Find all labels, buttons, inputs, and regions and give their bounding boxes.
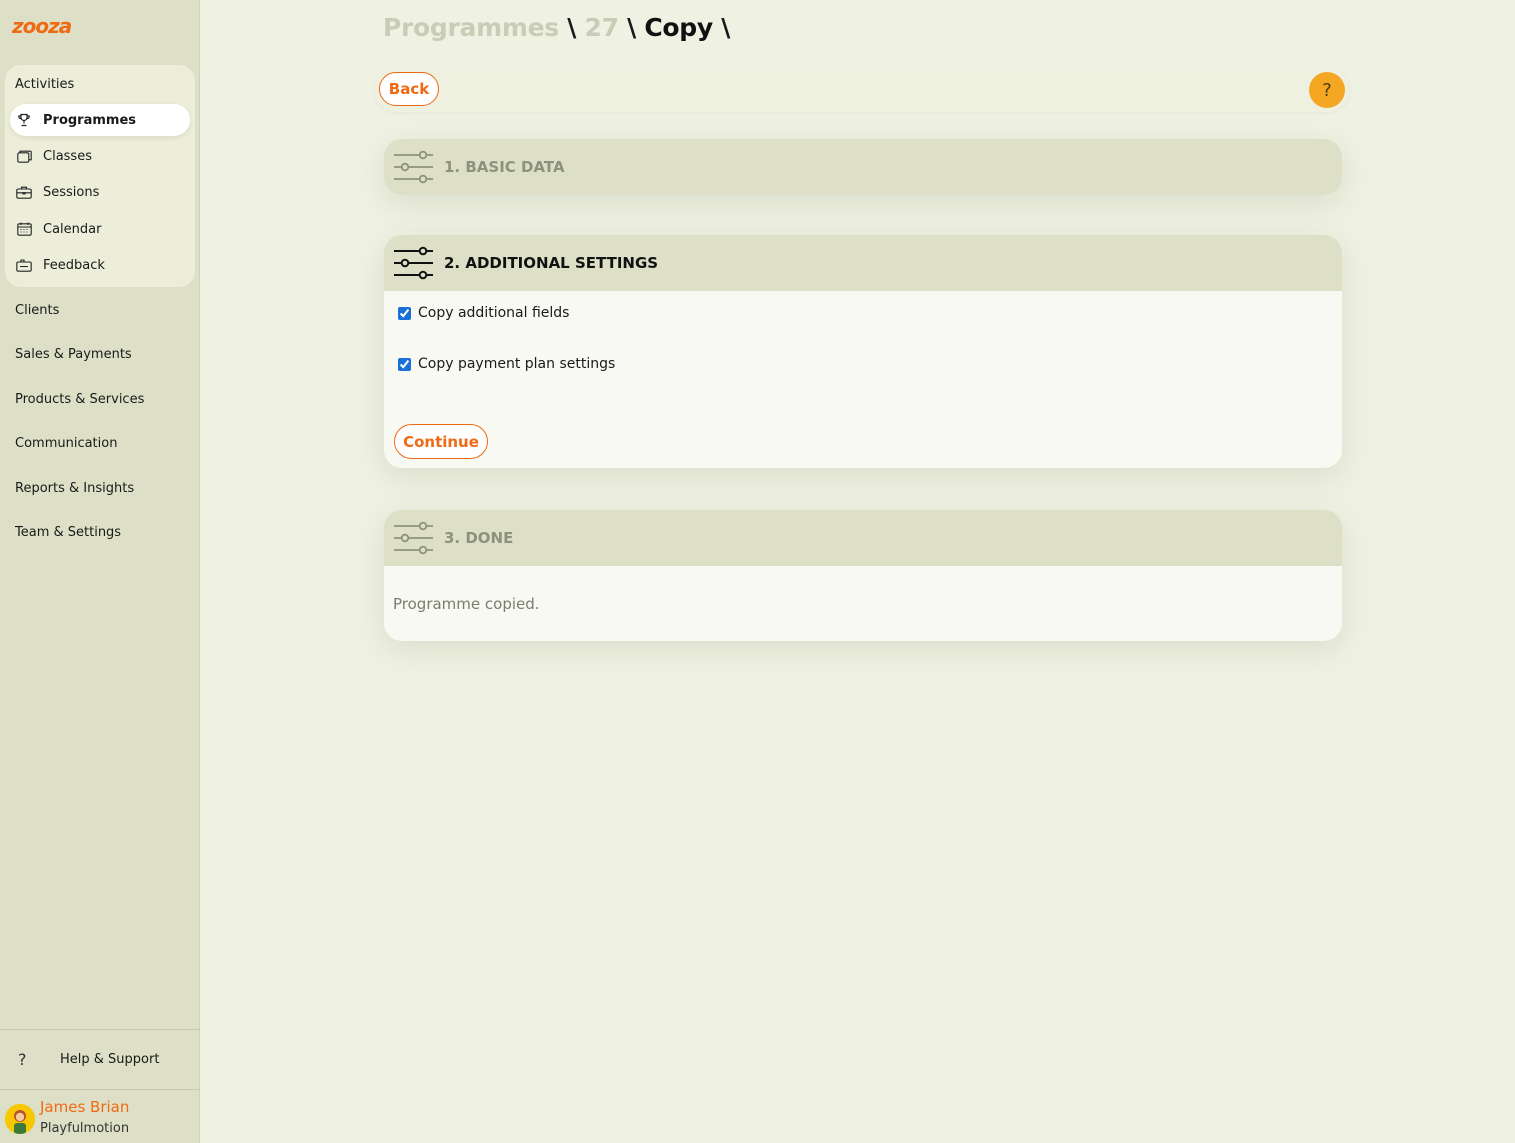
step-title: 2. ADDITIONAL SETTINGS <box>444 254 659 272</box>
sidebar-item-communication[interactable]: Communication <box>15 436 117 451</box>
calendar-icon <box>15 220 33 238</box>
toolbar: Back ? <box>374 66 1350 112</box>
sidebar-item-programmes[interactable]: Programmes <box>10 104 190 136</box>
sidebar-divider <box>0 1089 200 1090</box>
step-title: 1. BASIC DATA <box>444 158 565 176</box>
sidebar-item-label: Programmes <box>43 112 137 128</box>
briefcase-icon <box>15 183 33 201</box>
sidebar-item-reports-insights[interactable]: Reports & Insights <box>15 481 134 496</box>
sidebar-item-label: Calendar <box>43 221 102 237</box>
sidebar-item-classes[interactable]: Classes <box>10 140 190 172</box>
breadcrumb: Programmes \ 27 \ Copy \ <box>383 13 730 42</box>
sidebar-item-sessions[interactable]: Sessions <box>10 176 190 208</box>
sidebar-item-label: Sessions <box>43 184 100 200</box>
step-header[interactable]: 3. DONE <box>384 510 1342 566</box>
sidebar-item-clients[interactable]: Clients <box>15 303 59 318</box>
step-basic-data: 1. BASIC DATA <box>384 139 1342 195</box>
copy-additional-fields-label: Copy additional fields <box>418 305 570 321</box>
breadcrumb-separator: \ <box>712 13 731 42</box>
step-additional-settings: 2. ADDITIONAL SETTINGS Copy additional f… <box>384 235 1342 468</box>
breadcrumb-separator: \ <box>558 13 585 42</box>
breadcrumb-current: Copy <box>644 13 713 42</box>
user-organization: Playfulmotion <box>40 1121 130 1136</box>
step-done: 3. DONE Programme copied. <box>384 510 1342 641</box>
sidebar-item-calendar[interactable]: Calendar <box>10 213 190 245</box>
zooza-logo[interactable]: zooza <box>12 11 72 39</box>
continue-button[interactable]: Continue <box>394 424 488 459</box>
trophy-icon <box>15 111 33 129</box>
activities-group: Activities Programmes Classes Sessions C… <box>5 65 195 287</box>
sidebar-item-feedback[interactable]: Feedback <box>10 249 190 281</box>
question-icon: ? <box>18 1050 27 1069</box>
breadcrumb-programme-id[interactable]: 27 <box>585 13 620 42</box>
user-name: James Brian <box>40 1098 130 1116</box>
copy-payment-plan-checkbox[interactable] <box>398 357 411 371</box>
sliders-icon <box>394 521 433 555</box>
back-button[interactable]: Back <box>379 72 439 106</box>
folder-icon <box>15 147 33 165</box>
step-body: Programme copied. <box>384 566 1342 641</box>
breadcrumb-programmes[interactable]: Programmes <box>383 13 559 42</box>
help-support-link[interactable]: ? Help & Support <box>18 1050 159 1069</box>
user-profile[interactable]: James Brian Playfulmotion <box>5 1097 129 1136</box>
sidebar-item-label: Feedback <box>43 257 105 273</box>
sidebar-item-sales-payments[interactable]: Sales & Payments <box>15 347 132 362</box>
avatar[interactable] <box>5 1104 35 1134</box>
sliders-icon <box>394 246 433 280</box>
activities-title[interactable]: Activities <box>15 77 74 92</box>
help-support-label: Help & Support <box>60 1052 160 1067</box>
sidebar-divider <box>0 1029 200 1030</box>
sidebar-item-team-settings[interactable]: Team & Settings <box>15 525 121 540</box>
copy-additional-fields-option[interactable]: Copy additional fields <box>398 305 569 321</box>
svg-text:zooza: zooza <box>12 14 72 38</box>
copy-payment-plan-label: Copy payment plan settings <box>418 356 616 372</box>
done-message: Programme copied. <box>393 595 540 613</box>
breadcrumb-separator: \ <box>618 13 645 42</box>
sidebar-item-products-services[interactable]: Products & Services <box>15 392 144 407</box>
help-button[interactable]: ? <box>1309 72 1345 108</box>
sidebar-item-label: Classes <box>43 148 92 164</box>
sliders-icon <box>394 150 433 184</box>
copy-additional-fields-checkbox[interactable] <box>398 306 411 320</box>
copy-payment-plan-option[interactable]: Copy payment plan settings <box>398 356 615 372</box>
step-header[interactable]: 1. BASIC DATA <box>384 139 1342 195</box>
feedback-icon <box>15 256 33 274</box>
sidebar: zooza Activities Programmes Classes Sess… <box>0 0 200 1143</box>
step-header[interactable]: 2. ADDITIONAL SETTINGS <box>384 235 1342 291</box>
step-body: Copy additional fields Copy payment plan… <box>384 291 1342 468</box>
step-title: 3. DONE <box>444 529 514 547</box>
